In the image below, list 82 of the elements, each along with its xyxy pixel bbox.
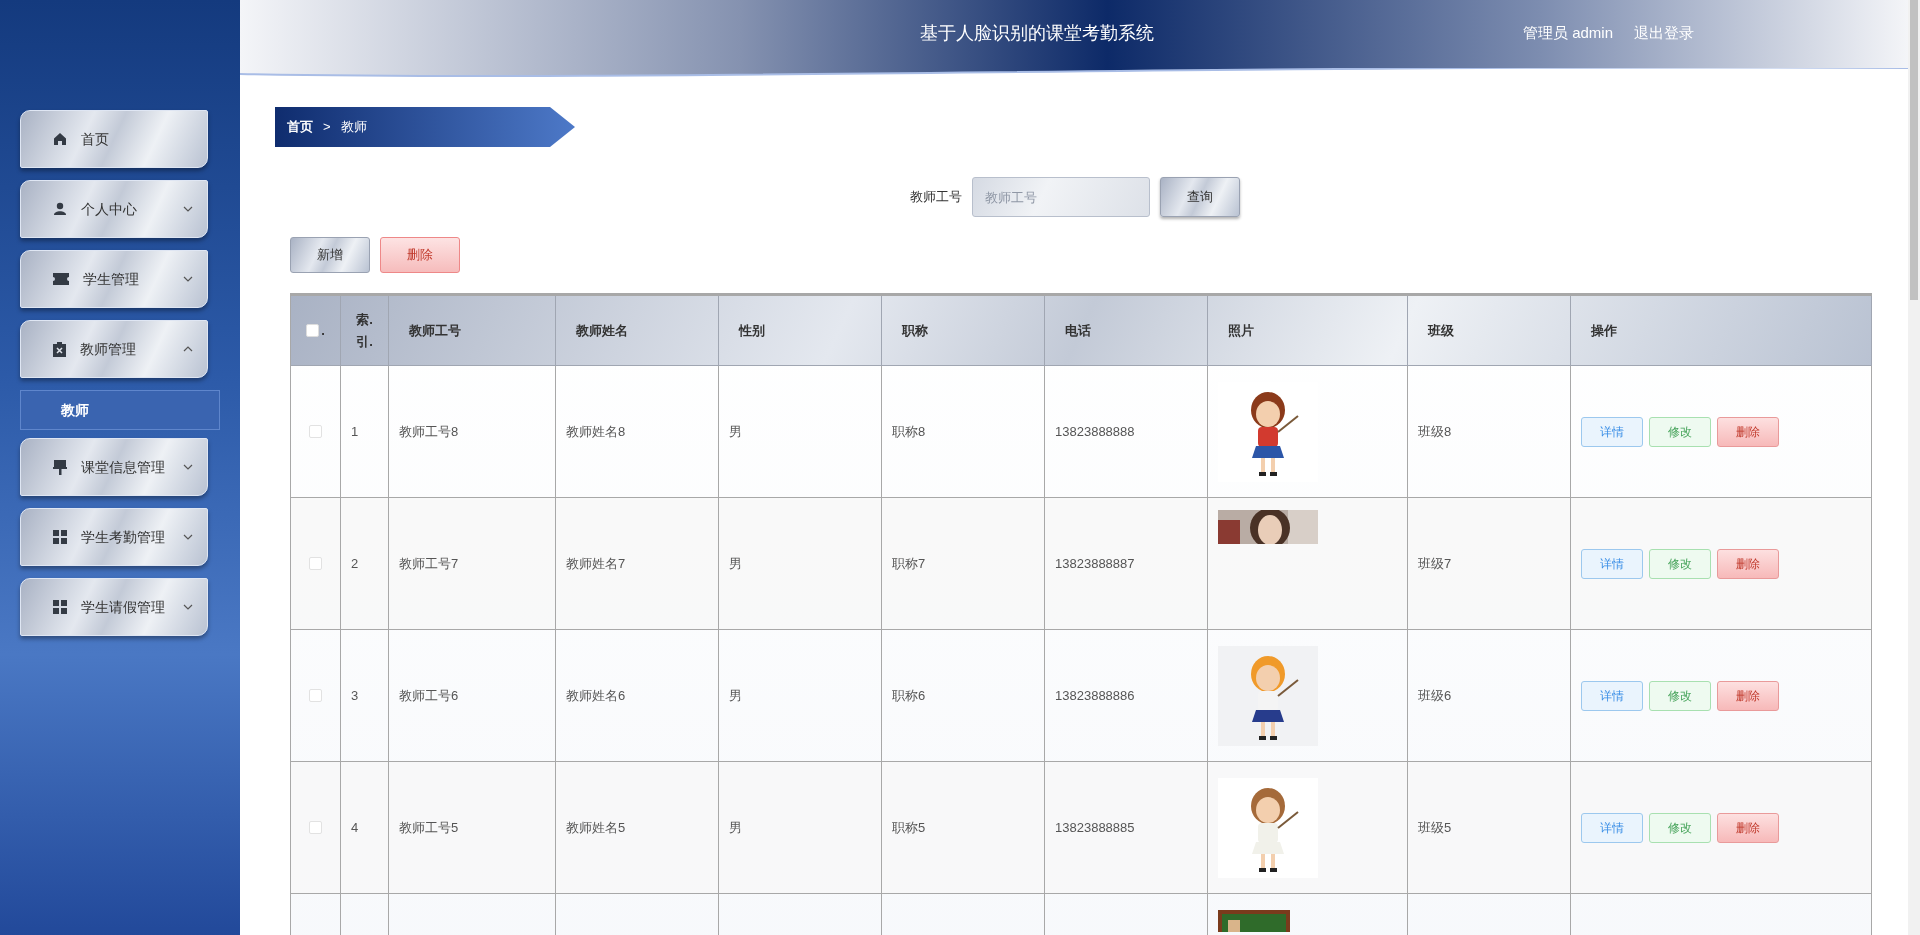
table-cell-text: 2: [351, 554, 359, 573]
column-header: 电话: [1045, 296, 1208, 366]
details-button[interactable]: 详情: [1581, 812, 1643, 843]
grid-icon: [53, 530, 67, 544]
table-cell-text: 教师工号7: [399, 554, 459, 573]
table-cell-text: 男: [729, 686, 742, 705]
logout-link[interactable]: 退出登录: [1634, 22, 1694, 45]
edit-button[interactable]: 修改: [1649, 548, 1711, 579]
menu-item[interactable]: 首页: [20, 110, 208, 168]
table-cell-text: 男: [729, 554, 742, 573]
ticket-icon: [53, 273, 69, 285]
table-cell-text: 班级5: [1418, 818, 1452, 837]
delete-button[interactable]: 删除: [1717, 812, 1779, 843]
table-cell-text: 教师姓名8: [566, 422, 626, 441]
search-label: 教师工号: [910, 188, 962, 207]
clipboard-icon: [53, 341, 66, 357]
column-header: 教师工号: [389, 296, 556, 366]
search-button[interactable]: 查询: [1160, 177, 1240, 217]
brush-icon: [53, 459, 67, 475]
menu-item[interactable]: 个人中心: [20, 180, 208, 238]
table-cell-text: 职称5: [892, 818, 926, 837]
checkbox[interactable]: [309, 689, 322, 702]
delete-button[interactable]: 删除: [1717, 680, 1779, 711]
table-cell-text: 职称6: [892, 686, 926, 705]
delete-button[interactable]: 删除: [380, 237, 460, 273]
scrollbar[interactable]: [1910, 0, 1918, 300]
table-cell-text: 4: [351, 818, 359, 837]
user-name: 管理员 admin: [1523, 23, 1614, 43]
edit-button[interactable]: 修改: [1649, 680, 1711, 711]
app-title: 基于人脸识别的课堂考勤系统: [920, 22, 1154, 45]
column-header: 索.引.: [341, 296, 389, 366]
table-cell-text: 教师姓名5: [566, 818, 626, 837]
column-header: 照片: [1208, 296, 1408, 366]
table-cell-text: 职称7: [892, 554, 926, 573]
add-button[interactable]: 新增: [290, 237, 370, 273]
table-cell-text: 班级8: [1418, 422, 1452, 441]
menu-item[interactable]: 课堂信息管理: [20, 438, 208, 496]
grid-icon: [53, 600, 67, 614]
checkbox[interactable]: [309, 821, 322, 834]
table-cell-text: 13823888887: [1055, 554, 1135, 573]
table-cell-text: 教师姓名6: [566, 686, 626, 705]
table-cell-text: 班级6: [1418, 686, 1452, 705]
table-cell-text: 教师工号6: [399, 686, 459, 705]
table-cell-text: 13823888888: [1055, 422, 1135, 441]
breadcrumb-link[interactable]: 首页: [287, 117, 313, 137]
table-cell-text: 3: [351, 686, 359, 705]
table-cell-text: 男: [729, 422, 742, 441]
menu-item[interactable]: 学生管理: [20, 250, 208, 308]
details-button[interactable]: 详情: [1581, 680, 1643, 711]
delete-button[interactable]: 删除: [1717, 416, 1779, 447]
header-mark: .: [321, 321, 325, 340]
details-button[interactable]: 详情: [1581, 416, 1643, 447]
table-cell-text: 1: [351, 422, 359, 441]
column-header: 职称: [882, 296, 1045, 366]
column-header: 教师姓名: [556, 296, 719, 366]
edit-button[interactable]: 修改: [1649, 812, 1711, 843]
checkbox[interactable]: [306, 324, 320, 337]
table-cell-text: 13823888885: [1055, 818, 1135, 837]
breadcrumb-current: 教师: [340, 118, 367, 137]
person-icon: [53, 202, 67, 216]
table-cell-text: 13823888886: [1055, 686, 1135, 705]
home-icon: [53, 132, 67, 146]
table-cell-text: 教师工号8: [399, 422, 459, 441]
table-cell-text: 班级7: [1418, 554, 1452, 573]
menu-item[interactable]: 教师管理: [20, 320, 208, 378]
table-cell-text: 职称8: [892, 422, 926, 441]
table-cell-text: 男: [729, 818, 742, 837]
table-cell-text: 教师姓名7: [566, 554, 626, 573]
edit-button[interactable]: 修改: [1649, 416, 1711, 447]
checkbox[interactable]: [309, 557, 322, 570]
delete-button[interactable]: 删除: [1717, 548, 1779, 579]
search-field[interactable]: 教师工号: [972, 177, 1150, 217]
details-button[interactable]: 详情: [1581, 548, 1643, 579]
submenu-item[interactable]: 教师: [20, 390, 220, 430]
column-header: 性别: [719, 296, 882, 366]
column-header: 操作: [1571, 296, 1872, 366]
checkbox[interactable]: [309, 425, 322, 438]
table-cell-text: 教师工号5: [399, 818, 459, 837]
column-header: 班级: [1408, 296, 1571, 366]
menu-item[interactable]: 学生考勤管理: [20, 508, 208, 566]
menu-item[interactable]: 学生请假管理: [20, 578, 208, 636]
breadcrumb-separator: >: [323, 118, 331, 137]
